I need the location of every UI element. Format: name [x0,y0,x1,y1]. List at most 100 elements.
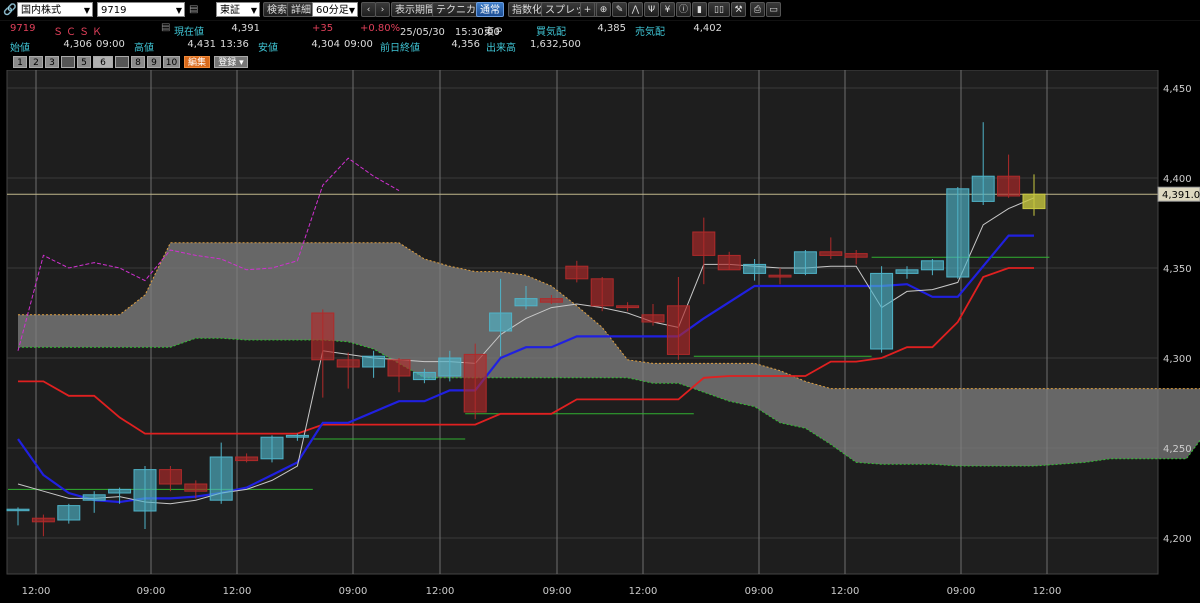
note-icon[interactable]: ▤ [161,22,170,33]
bar-chart-icon[interactable]: ▮ [692,2,707,17]
volume-value: 1,632,500 [530,39,581,50]
x-tick-label: 12:00 [831,586,860,597]
market-label: 東Ｐ [484,27,504,38]
panel-button-1[interactable]: 1 [13,56,27,68]
y-tick-label: 4,200 [1163,534,1192,545]
x-tick-label: 09:00 [339,586,368,597]
ask-value: 4,402 [693,23,722,34]
candle-body [235,456,259,462]
candle-body [997,175,1021,197]
register-button[interactable]: 登録 ▾ [214,56,248,68]
candle-body [31,517,55,523]
candle-body [666,305,690,355]
market-select-value: 国内株式 [21,5,61,16]
link-icon[interactable]: 🔗 [3,2,17,17]
candle-body [641,314,665,323]
candle-body [692,231,716,256]
prev-button[interactable]: ‹ [361,2,376,17]
x-tick-label: 09:00 [137,586,166,597]
candle-body [6,508,30,512]
x-tick-label: 09:00 [543,586,572,597]
candle-body [209,456,233,501]
chevron-down-icon: ▼ [250,6,257,15]
candle-body [844,253,868,258]
candle-body [539,298,563,303]
change-value: +35 [312,23,334,34]
wrench-icon[interactable]: ⚒ [731,2,746,17]
normal-button[interactable]: 通常 [476,2,504,17]
detail-button[interactable]: 詳細 [287,2,315,17]
window-icon[interactable]: ▭ [766,2,781,17]
x-tick-label: 12:00 [426,586,455,597]
next-button[interactable]: › [375,2,390,17]
volume-label: 出来高 [486,43,516,54]
bid-value: 4,385 [597,23,626,34]
pen-icon[interactable]: ✎ [612,2,627,17]
market-select[interactable]: 国内株式 ▼ [17,2,93,17]
code-input-value: 9719 [101,5,127,16]
candle-body [336,359,360,368]
panel-button-5[interactable]: 5 [77,56,91,68]
candle-body [590,278,614,307]
candle-body [616,305,640,309]
panel-button-4[interactable] [61,56,75,68]
panel-button-7[interactable] [115,56,129,68]
fork-icon[interactable]: Ψ [644,2,659,17]
panel-button-9[interactable]: 9 [147,56,161,68]
crosshair-icon[interactable]: + [580,2,595,17]
info-icon[interactable]: ⓘ [676,2,691,17]
candle-body [260,436,284,460]
price-chart[interactable]: 4,200 4,250 4,300 4,350 4,400 4,450 12:00 09:00… [0,70,1200,603]
low-time: 09:00 [344,39,373,50]
candle-body [463,353,487,413]
x-tick-label: 12:00 [223,586,252,597]
candle-body [438,357,462,377]
high-value: 4,431 [187,39,216,50]
y-tick-label: 4,250 [1163,444,1192,455]
x-tick-label: 12:00 [629,586,658,597]
panel-button-8[interactable]: 8 [131,56,145,68]
zoom-icon[interactable]: ⊕ [596,2,611,17]
candle-body [565,265,589,280]
yen-icon[interactable]: ¥ [660,2,675,17]
candle-body [362,355,386,368]
chevron-left-icon: ‹ [366,5,371,15]
panel-button-6[interactable]: 6 [93,56,113,68]
stock-code: 9719 [10,23,36,34]
interval-select[interactable]: 60分足 ▼ [312,2,358,17]
ask-label: 売気配 [635,27,665,38]
open-label: 始値 [10,43,30,54]
panel-button-10[interactable]: 10 [163,56,180,68]
interval-select-value: 60分足 [316,5,349,16]
volume-icon[interactable]: ▯▯ [708,2,730,17]
panel-button-2[interactable]: 2 [29,56,43,68]
chevron-down-icon: ▼ [348,6,355,15]
chevron-down-icon: ▼ [175,6,182,15]
code-input[interactable]: 9719 ▼ [97,2,185,17]
open-value: 4,306 [63,39,92,50]
candle-body [971,175,995,202]
candle-body [57,505,81,521]
candle-body [743,263,767,274]
exchange-select[interactable]: 東証 ▼ [216,2,260,17]
candle-body [895,269,919,274]
candle-body [285,434,309,438]
candle-body [133,469,157,512]
line-tool-icon[interactable]: ⋀ [628,2,643,17]
exchange-select-value: 東証 [220,5,240,16]
last-price-label: 4,391.0 [1162,190,1200,201]
list-icon[interactable]: ▤ [189,2,199,17]
edit-button[interactable]: 編集 [184,56,210,68]
candle-body [514,298,538,307]
prev-close-value: 4,356 [451,39,480,50]
panel-button-3[interactable]: 3 [45,56,59,68]
x-tick-label: 09:00 [745,586,774,597]
candle-body [819,251,843,256]
chevron-down-icon: ▾ [236,58,244,68]
candle-body [768,274,792,278]
candle-body [920,260,944,271]
print-icon[interactable]: ⎙ [750,2,765,17]
register-button-label: 登録 [218,58,237,68]
x-tick-label: 12:00 [1033,586,1062,597]
candle-body [793,251,817,274]
